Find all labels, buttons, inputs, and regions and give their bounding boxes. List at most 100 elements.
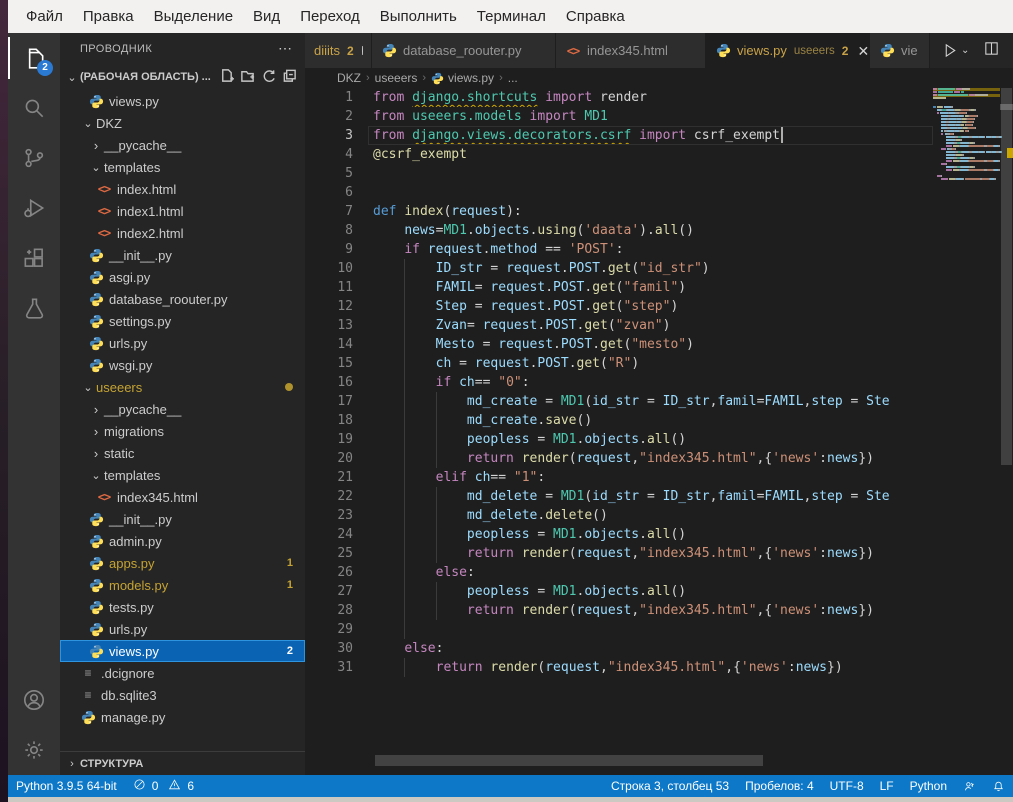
code-editor[interactable]: 1from django.shortcuts import render2fro… (305, 88, 1013, 775)
activity-account-icon[interactable] (8, 675, 60, 725)
code-line-29[interactable]: 29 (305, 620, 1000, 639)
tree-item-db.sqlite3[interactable]: ≡db.sqlite3 (60, 684, 305, 706)
minimap[interactable] (933, 88, 1000, 775)
activity-testing-icon[interactable] (8, 283, 60, 333)
workspace-section-header[interactable]: ⌄ (РАБОЧАЯ ОБЛАСТЬ) ... (60, 64, 305, 90)
new-file-icon[interactable] (219, 68, 234, 86)
code-line-8[interactable]: 8 news=MD1.objects.using('daata').all() (305, 221, 1000, 240)
code-line-2[interactable]: 2from useeers.models import MD1 (305, 107, 1000, 126)
tree-item-urls.py[interactable]: urls.py (60, 332, 305, 354)
tree-item-views.py[interactable]: views.py (60, 90, 305, 112)
tab-database_roouter.py[interactable]: database_roouter.py (372, 33, 556, 68)
tree-item-asgi.py[interactable]: asgi.py (60, 266, 305, 288)
code-line-19[interactable]: 19 peopless = MD1.objects.all() (305, 430, 1000, 449)
code-line-13[interactable]: 13 Zvan= request.POST.get("zvan") (305, 316, 1000, 335)
menu-item-7[interactable]: Терминал (467, 0, 556, 33)
menu-item-6[interactable]: Выполнить (370, 0, 467, 33)
code-line-25[interactable]: 25 return render(request,"index345.html"… (305, 544, 1000, 563)
split-editor-button[interactable] (983, 40, 1000, 62)
code-line-3[interactable]: 3from django.views.decorators.csrf impor… (305, 126, 1000, 145)
tree-item-migrations[interactable]: ›migrations (60, 420, 305, 442)
tree-item-apps.py[interactable]: apps.py1 (60, 552, 305, 574)
code-line-20[interactable]: 20 return render(request,"index345.html"… (305, 449, 1000, 468)
tree-item-templates[interactable]: ⌄templates (60, 156, 305, 178)
tree-item-database_roouter.py[interactable]: database_roouter.py (60, 288, 305, 310)
activity-run-debug-icon[interactable] (8, 183, 60, 233)
horizontal-scrollbar-thumb[interactable] (375, 755, 763, 766)
activity-explorer-icon[interactable]: 2 (8, 33, 60, 83)
menu-item-1[interactable]: Файл (16, 0, 73, 33)
run-python-button[interactable]: ⌄ (942, 42, 969, 59)
tree-item-tests.py[interactable]: tests.py (60, 596, 305, 618)
code-line-16[interactable]: 16 if ch== "0": (305, 373, 1000, 392)
code-line-4[interactable]: 4@csrf_exempt (305, 145, 1000, 164)
menu-item-8[interactable]: Справка (556, 0, 635, 33)
menu-item-3[interactable]: Выделение (144, 0, 243, 33)
code-line-31[interactable]: 31 return render(request,"index345.html"… (305, 658, 1000, 677)
activity-extensions-icon[interactable] (8, 233, 60, 283)
activity-source-control-icon[interactable] (8, 133, 60, 183)
tree-item-__pycache__[interactable]: ›__pycache__ (60, 398, 305, 420)
code-line-9[interactable]: 9 if request.method == 'POST': (305, 240, 1000, 259)
code-line-1[interactable]: 1from django.shortcuts import render (305, 88, 1000, 107)
tree-item-templates[interactable]: ⌄templates (60, 464, 305, 486)
more-actions-icon[interactable]: ⋯ (278, 40, 293, 57)
tab-diiits[interactable]: diiits2 (305, 33, 372, 68)
tab-index345.html[interactable]: <>index345.html (556, 33, 706, 68)
code-line-21[interactable]: 21 elif ch== "1": (305, 468, 1000, 487)
tree-item-admin.py[interactable]: admin.py (60, 530, 305, 552)
code-line-7[interactable]: 7def index(request): (305, 202, 1000, 221)
tree-item-index2.html[interactable]: <>index2.html (60, 222, 305, 244)
tree-item-settings.py[interactable]: settings.py (60, 310, 305, 332)
tree-item-models.py[interactable]: models.py1 (60, 574, 305, 596)
code-line-22[interactable]: 22 md_delete = MD1(id_str = ID_str,famil… (305, 487, 1000, 506)
code-line-23[interactable]: 23 md_delete.delete() (305, 506, 1000, 525)
code-line-17[interactable]: 17 md_create = MD1(id_str = ID_str,famil… (305, 392, 1000, 411)
tree-item-__pycache__[interactable]: ›__pycache__ (60, 134, 305, 156)
menu-item-5[interactable]: Переход (290, 0, 370, 33)
eol-status[interactable]: LF (872, 775, 902, 797)
menu-item-4[interactable]: Вид (243, 0, 290, 33)
code-line-10[interactable]: 10 ID_str = request.POST.get("id_str") (305, 259, 1000, 278)
tree-item-DKZ[interactable]: ⌄DKZ (60, 112, 305, 134)
code-line-11[interactable]: 11 FAMIL= request.POST.get("famil") (305, 278, 1000, 297)
python-interpreter-status[interactable]: Python 3.9.5 64-bit (8, 775, 125, 797)
vertical-scrollbar-thumb[interactable] (1001, 88, 1012, 465)
tree-item-index345.html[interactable]: <>index345.html (60, 486, 305, 508)
feedback-icon[interactable] (955, 775, 984, 797)
code-line-24[interactable]: 24 peopless = MD1.objects.all() (305, 525, 1000, 544)
language-mode-status[interactable]: Python (902, 775, 955, 797)
code-line-12[interactable]: 12 Step = request.POST.get("step") (305, 297, 1000, 316)
menu-item-2[interactable]: Правка (73, 0, 144, 33)
code-line-6[interactable]: 6 (305, 183, 1000, 202)
breadcrumb-item-useeers[interactable]: useeers (375, 71, 418, 85)
code-line-18[interactable]: 18 md_create.save() (305, 411, 1000, 430)
tree-item-__init__.py[interactable]: __init__.py (60, 244, 305, 266)
code-line-15[interactable]: 15 ch = request.POST.get("R") (305, 354, 1000, 373)
code-line-26[interactable]: 26 else: (305, 563, 1000, 582)
breadcrumb-item-views.py[interactable]: views.py (431, 71, 494, 85)
breadcrumb-item-...[interactable]: ... (508, 71, 518, 85)
tree-item-index.html[interactable]: <>index.html (60, 178, 305, 200)
outline-section-header[interactable]: › СТРУКТУРА (60, 751, 305, 775)
tree-item-index1.html[interactable]: <>index1.html (60, 200, 305, 222)
tree-item-views.py[interactable]: views.py2 (60, 640, 305, 662)
activity-search-icon[interactable] (8, 83, 60, 133)
cursor-position-status[interactable]: Строка 3, столбец 53 (603, 775, 737, 797)
tree-item-wsgi.py[interactable]: wsgi.py (60, 354, 305, 376)
code-line-27[interactable]: 27 peopless = MD1.objects.all() (305, 582, 1000, 601)
code-line-30[interactable]: 30 else: (305, 639, 1000, 658)
problems-status[interactable]: 0 6 (125, 775, 208, 797)
encoding-status[interactable]: UTF-8 (822, 775, 872, 797)
close-icon[interactable]: ✕ (857, 44, 869, 58)
tab-views.py[interactable]: views.pyuseeers2✕ (706, 33, 870, 68)
tree-item-__init__.py[interactable]: __init__.py (60, 508, 305, 530)
breadcrumb-item-DKZ[interactable]: DKZ (337, 71, 361, 85)
refresh-icon[interactable] (261, 68, 276, 86)
code-line-5[interactable]: 5 (305, 164, 1000, 183)
code-line-28[interactable]: 28 return render(request,"index345.html"… (305, 601, 1000, 620)
new-folder-icon[interactable] (240, 68, 255, 86)
code-line-14[interactable]: 14 Mesto = request.POST.get("mesto") (305, 335, 1000, 354)
notifications-bell-icon[interactable] (984, 775, 1013, 797)
indentation-status[interactable]: Пробелов: 4 (737, 775, 822, 797)
